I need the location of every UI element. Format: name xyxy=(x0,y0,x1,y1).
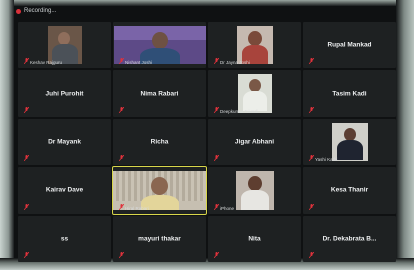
participant-name: Dr Mayank xyxy=(48,138,81,146)
participant-video xyxy=(47,26,82,65)
participant-tile[interactable]: Tasim Kadi xyxy=(303,70,396,117)
muted-mic-icon xyxy=(24,155,29,162)
participant-name: Nima Rabari xyxy=(140,90,179,98)
participant-tile[interactable]: Kairav Dave xyxy=(18,167,111,214)
participant-video xyxy=(113,171,206,210)
participant-tile[interactable]: Rupal Mankad xyxy=(303,22,396,69)
participant-name: Rupal Mankad xyxy=(327,41,372,49)
participant-tile[interactable]: Hiral Rabari xyxy=(112,166,207,215)
participant-name: Jigar Abhani xyxy=(234,138,275,146)
participant-name: Tasim Kadi xyxy=(332,90,367,98)
participant-tile[interactable]: mayuri thakar xyxy=(113,215,206,262)
participant-name: Juhi Purohit xyxy=(45,90,84,98)
participant-video xyxy=(235,171,274,210)
participant-tile[interactable]: Nita xyxy=(208,215,301,262)
muted-mic-icon xyxy=(309,58,314,65)
photo-frame-top xyxy=(0,0,414,6)
muted-mic-icon xyxy=(309,106,314,113)
participant-tile[interactable]: Juhi Purohit xyxy=(18,70,111,117)
participant-tile[interactable]: Dr Jayna Joshi xyxy=(208,22,301,69)
muted-mic-icon xyxy=(214,58,219,65)
muted-mic-icon xyxy=(24,252,29,258)
muted-mic-icon xyxy=(24,58,29,65)
participant-tile[interactable]: Deepkumar Trivedi xyxy=(208,70,301,117)
muted-mic-icon xyxy=(214,252,219,258)
muted-mic-icon xyxy=(119,252,124,258)
participant-tile[interactable]: Nima Rabari xyxy=(113,70,206,117)
participant-video xyxy=(236,26,273,65)
muted-mic-icon xyxy=(119,58,124,65)
muted-mic-icon xyxy=(24,203,29,210)
participant-name: iPhone xyxy=(220,205,235,211)
muted-mic-icon xyxy=(119,203,124,210)
photo-frame-right xyxy=(396,0,414,270)
muted-mic-icon xyxy=(214,106,219,113)
participant-name: Nishant Joshi xyxy=(125,60,153,66)
participant-tile[interactable]: Keshav Rajguru xyxy=(18,22,111,69)
participant-tile[interactable]: iPhone xyxy=(208,167,301,214)
muted-mic-icon xyxy=(309,155,314,162)
muted-mic-icon xyxy=(214,203,219,210)
muted-mic-icon xyxy=(119,106,124,113)
participant-name: Nita xyxy=(248,235,261,243)
participant-tile[interactable]: Dr. Dekabrata B... xyxy=(303,215,396,262)
muted-mic-icon xyxy=(309,252,314,258)
participant-tile[interactable]: ss xyxy=(18,215,111,262)
participant-name: Deepkumar Trivedi xyxy=(220,108,258,114)
participant-tile[interactable]: Yashi Kathi xyxy=(303,118,396,166)
muted-mic-icon xyxy=(119,155,124,162)
participant-video xyxy=(113,26,206,65)
participant-tile[interactable]: Nishant Joshi xyxy=(113,22,206,69)
recording-indicator[interactable]: Recording... xyxy=(16,5,56,17)
participant-tile[interactable]: Kesa Thanir xyxy=(303,167,396,214)
participant-name: Dr Jayna Joshi xyxy=(220,60,250,66)
participant-video xyxy=(331,122,368,162)
participant-tile[interactable]: Richa xyxy=(113,118,206,166)
recording-label: Recording... xyxy=(24,8,57,14)
record-icon xyxy=(16,8,21,14)
participant-name: Richa xyxy=(150,138,169,146)
participant-tile[interactable]: Jigar Abhani xyxy=(208,118,301,166)
muted-mic-icon xyxy=(309,203,314,210)
participant-name: Hiral Rabari xyxy=(125,205,149,211)
muted-mic-icon xyxy=(214,155,219,162)
participant-name: Kairav Dave xyxy=(45,186,84,194)
participant-name: Yashi Kathi xyxy=(315,157,338,163)
participant-video xyxy=(237,74,272,113)
participant-name: ss xyxy=(60,235,69,243)
participant-name: mayuri thakar xyxy=(138,235,181,243)
muted-mic-icon xyxy=(24,106,29,113)
participant-name: Kesa Thanir xyxy=(330,186,369,194)
participant-tile[interactable]: Dr Mayank xyxy=(18,118,111,166)
participant-gallery: Keshav Rajguru Nishant Joshi Dr Jayna Jo… xyxy=(18,22,396,262)
photo-frame-left xyxy=(0,0,14,270)
participant-name: Keshav Rajguru xyxy=(30,60,63,66)
participant-name: Dr. Dekabrata B... xyxy=(322,235,377,243)
